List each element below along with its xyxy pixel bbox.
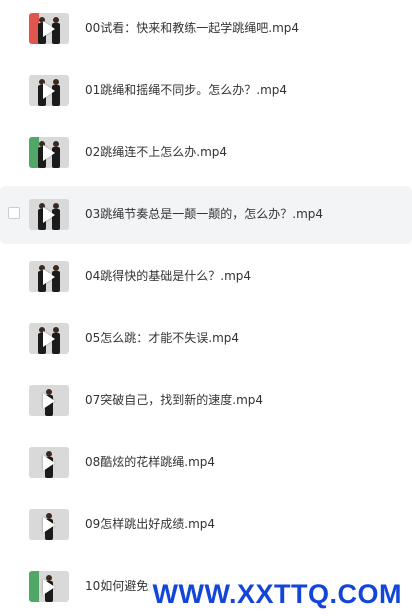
video-thumbnail[interactable] — [29, 447, 69, 478]
video-thumbnail[interactable] — [29, 323, 69, 354]
video-thumbnail[interactable] — [29, 75, 69, 106]
watermark: WWW.XXTTQ.COM — [148, 579, 406, 609]
play-icon — [43, 269, 55, 285]
video-thumbnail[interactable] — [29, 509, 69, 540]
file-row[interactable]: 03跳绳节奏总是一颠一颠的，怎么办？.mp4 — [0, 186, 412, 244]
file-row[interactable]: 09怎样跳出好成绩.mp4 — [0, 496, 412, 554]
video-thumbnail[interactable] — [29, 385, 69, 416]
file-row[interactable]: 02跳绳连不上怎么办.mp4 — [0, 124, 412, 182]
file-name[interactable]: 08酷炫的花样跳绳.mp4 — [85, 453, 215, 471]
play-icon — [43, 331, 55, 347]
file-row[interactable]: 08酷炫的花样跳绳.mp4 — [0, 434, 412, 492]
play-icon — [43, 517, 55, 533]
play-icon — [43, 579, 55, 595]
video-thumbnail[interactable] — [29, 137, 69, 168]
play-icon — [43, 393, 55, 409]
file-name[interactable]: 05怎么跳：才能不失误.mp4 — [85, 329, 239, 347]
file-row[interactable]: 01跳绳和摇绳不同步。怎么办？.mp4 — [0, 62, 412, 120]
video-thumbnail[interactable] — [29, 199, 69, 230]
file-row[interactable]: 07突破自己，找到新的速度.mp4 — [0, 372, 412, 430]
play-icon — [43, 83, 55, 99]
file-row[interactable]: 04跳得快的基础是什么？.mp4 — [0, 248, 412, 306]
video-thumbnail[interactable] — [29, 261, 69, 292]
file-row[interactable]: 05怎么跳：才能不失误.mp4 — [0, 310, 412, 368]
file-name[interactable]: 07突破自己，找到新的速度.mp4 — [85, 391, 263, 409]
play-icon — [43, 145, 55, 161]
video-thumbnail[interactable] — [29, 13, 69, 44]
file-name[interactable]: 09怎样跳出好成绩.mp4 — [85, 515, 215, 533]
file-row[interactable]: 00试看：快来和教练一起学跳绳吧.mp4 — [0, 0, 412, 58]
play-icon — [43, 21, 55, 37]
play-icon — [43, 207, 55, 223]
file-name[interactable]: 03跳绳节奏总是一颠一颠的，怎么办？.mp4 — [85, 205, 323, 223]
select-checkbox[interactable] — [8, 207, 20, 219]
video-thumbnail[interactable] — [29, 571, 69, 602]
file-name[interactable]: 04跳得快的基础是什么？.mp4 — [85, 267, 251, 285]
play-icon — [43, 455, 55, 471]
file-name[interactable]: 02跳绳连不上怎么办.mp4 — [85, 143, 227, 161]
file-name[interactable]: 01跳绳和摇绳不同步。怎么办？.mp4 — [85, 81, 287, 99]
file-name[interactable]: 00试看：快来和教练一起学跳绳吧.mp4 — [85, 19, 299, 37]
